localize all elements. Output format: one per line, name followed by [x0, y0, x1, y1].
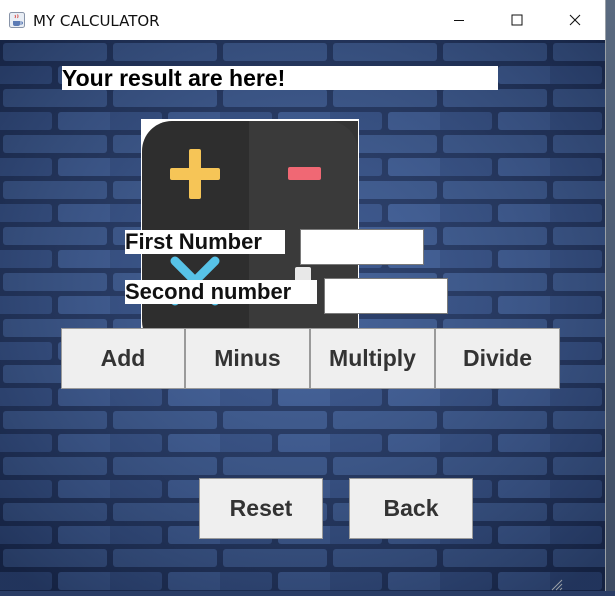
java-cup-icon: [9, 12, 25, 28]
window-title: MY CALCULATOR: [33, 12, 160, 30]
desktop-background-strip: [606, 0, 615, 591]
maximize-icon: [511, 14, 523, 26]
minimize-icon: [454, 20, 464, 21]
calculator-window: MY CALCULATOR Your result are here! Firs…: [0, 0, 606, 591]
divide-button[interactable]: Divide: [435, 328, 560, 389]
add-button[interactable]: Add: [61, 328, 185, 389]
result-display: Your result are here!: [62, 66, 498, 90]
first-number-input[interactable]: [300, 229, 424, 265]
brick-wall-background: Your result are here! First Number Secon…: [0, 40, 605, 591]
back-button[interactable]: Back: [349, 478, 473, 539]
maximize-button[interactable]: [488, 0, 546, 40]
second-number-label: Second number: [125, 280, 317, 304]
minus-button[interactable]: Minus: [185, 328, 310, 389]
multiply-button[interactable]: Multiply: [310, 328, 435, 389]
minimize-button[interactable]: [430, 0, 488, 40]
close-icon: [569, 14, 581, 26]
title-bar: MY CALCULATOR: [0, 0, 605, 40]
resize-grip-icon[interactable]: [549, 578, 563, 591]
second-number-input[interactable]: [324, 278, 448, 314]
first-number-label: First Number: [125, 230, 285, 254]
reset-button[interactable]: Reset: [199, 478, 323, 539]
close-button[interactable]: [546, 0, 604, 40]
